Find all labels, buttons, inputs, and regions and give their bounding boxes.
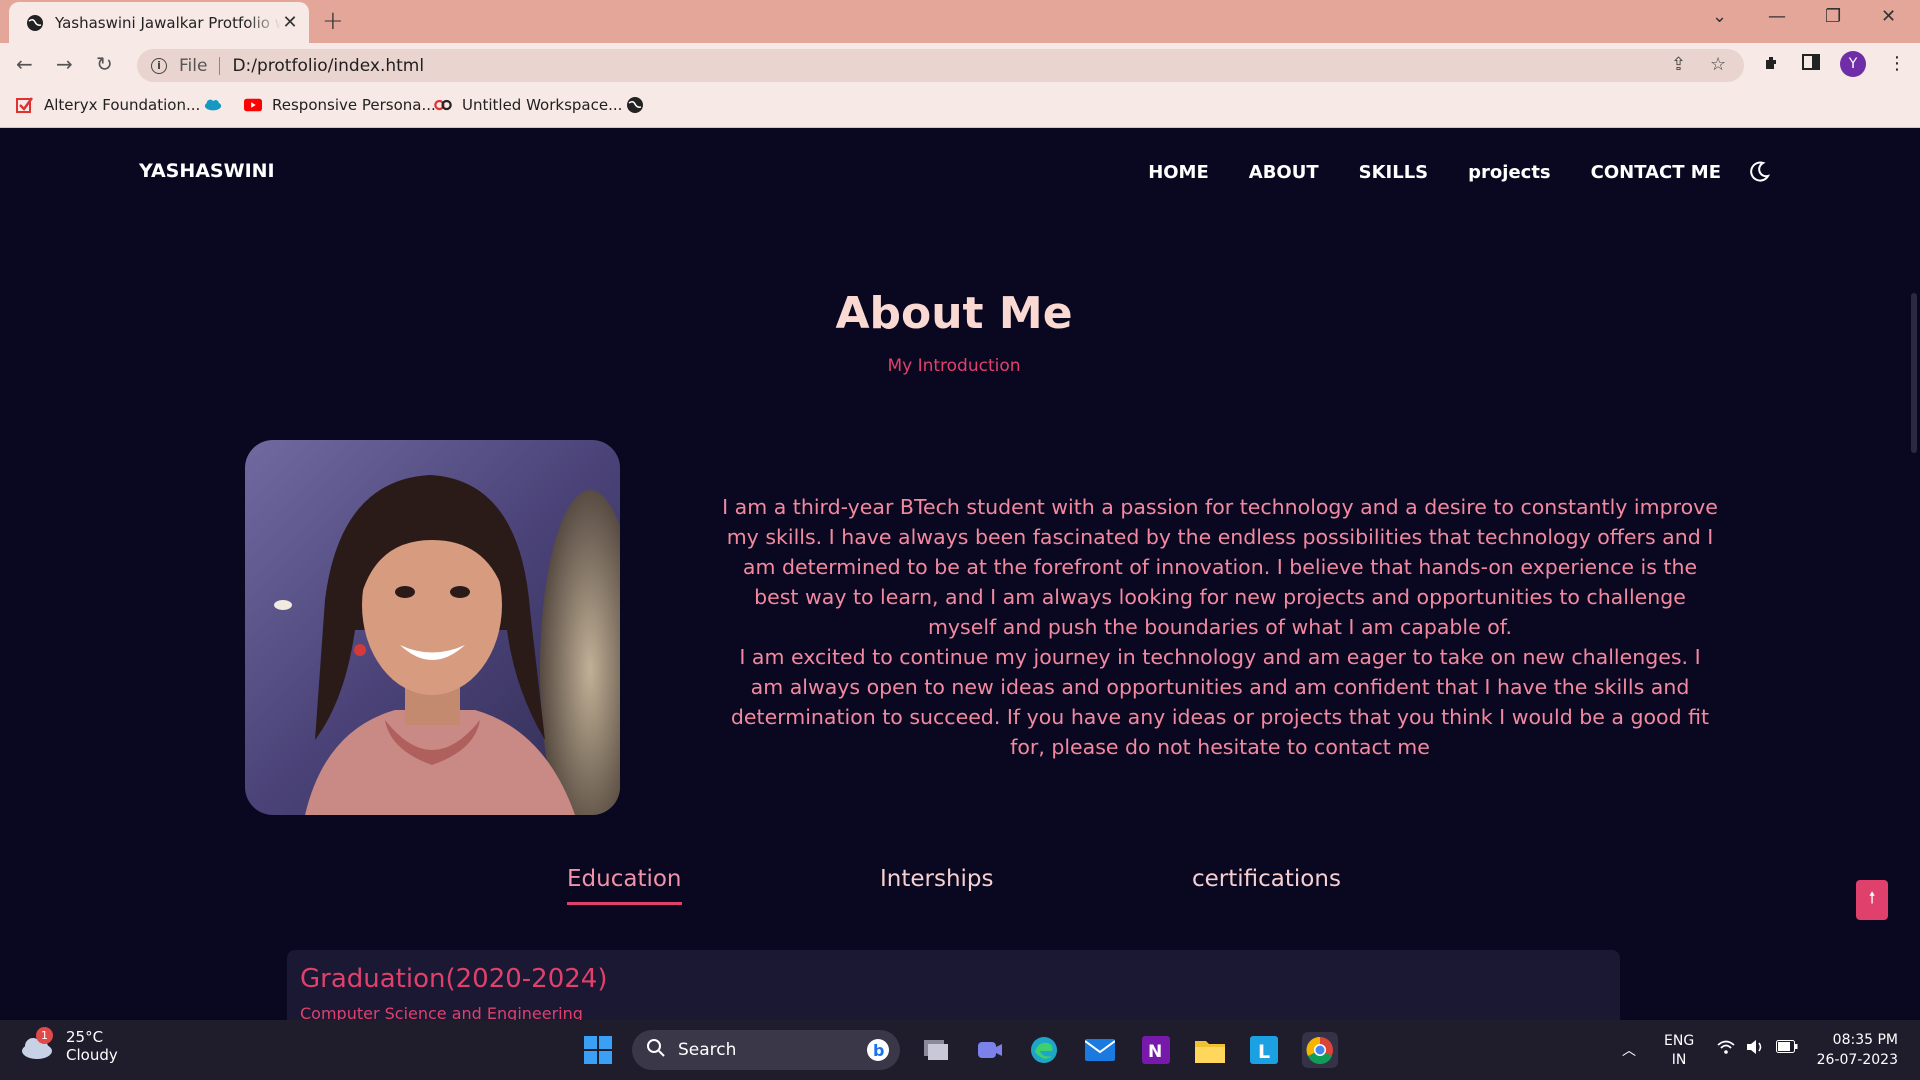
about-paragraph-2: I am excited to continue my journey in t…: [730, 645, 1710, 759]
scroll-to-top-button[interactable]: 🠕: [1856, 880, 1888, 920]
file-explorer-icon[interactable]: [1192, 1032, 1228, 1068]
scrollbar-thumb[interactable]: [1911, 293, 1917, 453]
search-label: Search: [678, 1040, 737, 1060]
teams-icon[interactable]: [972, 1032, 1008, 1068]
windows-start-icon[interactable]: [580, 1032, 616, 1068]
taskbar-search[interactable]: Search b: [632, 1030, 900, 1070]
browser-tab[interactable]: Yashaswini Jawalkar Protfolio website ✕: [9, 2, 309, 43]
system-clock[interactable]: 08:35 PM 26-07-2023: [1817, 1030, 1898, 1070]
battery-icon[interactable]: [1776, 1040, 1798, 1057]
onenote-icon[interactable]: N: [1138, 1032, 1174, 1068]
tab-education[interactable]: Education: [567, 866, 682, 905]
bookmark-label: Alteryx Foundation...: [44, 96, 201, 114]
bookmark-label: Untitled Workspace...: [462, 96, 623, 114]
show-hidden-icons-icon[interactable]: ︿: [1622, 1040, 1636, 1060]
weather-desc: Cloudy: [66, 1046, 118, 1064]
nav-projects[interactable]: projects: [1468, 162, 1551, 183]
bookmark-alteryx[interactable]: Alteryx Foundation...: [16, 96, 200, 114]
youtube-icon: [244, 96, 262, 114]
alteryx-checkbox-icon: [16, 96, 34, 114]
clock-time: 08:35 PM: [1832, 1032, 1898, 1048]
lang-bottom: IN: [1671, 1052, 1687, 1068]
education-card: Graduation(2020-2024) Computer Science a…: [287, 950, 1620, 1020]
webpage: YASHASWINI HOME ABOUT SKILLS projects CO…: [0, 128, 1908, 1020]
bookmark-salesforce[interactable]: [204, 96, 232, 114]
forward-icon[interactable]: →: [56, 52, 73, 76]
cloudy-weather-icon: 1: [20, 1027, 54, 1061]
bookmarks-bar: Alteryx Foundation... Responsive Persona…: [0, 86, 1920, 128]
close-window-icon[interactable]: ✕: [1881, 6, 1896, 27]
section-subtitle: My Introduction: [887, 356, 1021, 376]
weather-alert-badge: 1: [36, 1027, 53, 1044]
back-icon[interactable]: ←: [16, 52, 33, 76]
menu-kebab-icon[interactable]: ⋮: [1888, 53, 1906, 74]
url-scheme: File: [179, 55, 208, 76]
tab-title: Yashaswini Jawalkar Protfolio website: [55, 13, 281, 32]
volume-icon[interactable]: [1746, 1039, 1766, 1059]
nav-contact[interactable]: CONTACT ME: [1591, 162, 1721, 183]
reload-icon[interactable]: ↻: [96, 52, 113, 76]
language-indicator[interactable]: ENG IN: [1664, 1032, 1694, 1070]
task-view-icon[interactable]: [918, 1032, 954, 1068]
page-scrollbar[interactable]: [1908, 128, 1920, 1020]
svg-text:b: b: [873, 1041, 884, 1060]
dark-mode-moon-icon[interactable]: [1747, 160, 1771, 184]
nav-home[interactable]: HOME: [1148, 162, 1209, 183]
bookmark-youtube[interactable]: Responsive Persona...: [244, 96, 436, 114]
browser-toolbar: ← → ↻ i File D:/protfolio/index.html ⇪ ☆…: [0, 43, 1920, 86]
globe-icon: [626, 96, 644, 114]
about-paragraph-1: I am a third-year BTech student with a p…: [722, 495, 1718, 639]
bookmark-untitled-workspace[interactable]: Untitled Workspace...: [434, 96, 622, 114]
edge-icon[interactable]: [1026, 1032, 1062, 1068]
tab-internships[interactable]: Interships: [880, 866, 994, 892]
qualification-tabs: Education Interships certifications: [0, 866, 1908, 916]
profile-photo: [245, 440, 620, 815]
url-text[interactable]: D:/protfolio/index.html: [232, 56, 424, 76]
windows-taskbar: 1 25°C Cloudy Search b N L ︿ ENG IN 08:3…: [0, 1020, 1920, 1080]
browser-tab-strip: Yashaswini Jawalkar Protfolio website ✕ …: [0, 0, 1920, 43]
side-panel-icon[interactable]: [1802, 53, 1820, 76]
weather-widget[interactable]: 1 25°C Cloudy: [20, 1027, 118, 1064]
bookmark-star-icon[interactable]: ☆: [1710, 54, 1726, 75]
nav-skills[interactable]: SKILLS: [1359, 162, 1429, 183]
search-icon: [646, 1038, 666, 1063]
new-tab-icon[interactable]: +: [322, 6, 344, 36]
weather-temp: 25°C: [66, 1028, 104, 1046]
linkedin-learning-icon[interactable]: L: [1246, 1032, 1282, 1068]
wifi-icon[interactable]: [1717, 1040, 1735, 1058]
extensions-icon[interactable]: [1762, 53, 1782, 78]
section-title: About Me: [835, 288, 1073, 339]
bookmark-label: Responsive Persona...: [272, 96, 436, 114]
tab-close-icon[interactable]: ✕: [281, 12, 299, 33]
tab-certifications[interactable]: certifications: [1192, 866, 1341, 892]
education-card-title: Graduation(2020-2024): [300, 964, 608, 994]
education-card-subtitle: Computer Science and Engineering: [300, 1004, 583, 1020]
profile-avatar[interactable]: Y: [1840, 51, 1866, 77]
minimize-icon[interactable]: —: [1768, 6, 1786, 27]
site-nav: HOME ABOUT SKILLS projects CONTACT ME: [1108, 160, 1771, 184]
workspace-loop-icon: [434, 96, 452, 114]
lang-top: ENG: [1664, 1033, 1695, 1049]
arrow-up-icon: 🠕: [1868, 887, 1876, 907]
svg-text:L: L: [1258, 1041, 1270, 1063]
site-info-icon[interactable]: i: [151, 57, 167, 74]
bing-icon[interactable]: b: [866, 1038, 890, 1067]
globe-icon: [25, 13, 45, 33]
url-separator: [219, 56, 221, 75]
tab-search-icon[interactable]: ⌄: [1712, 6, 1727, 27]
address-bar[interactable]: i File D:/protfolio/index.html ⇪ ☆: [137, 49, 1744, 82]
site-logo[interactable]: YASHASWINI: [139, 160, 275, 182]
nav-about[interactable]: ABOUT: [1249, 162, 1319, 183]
bookmark-globe[interactable]: [626, 96, 654, 114]
chrome-icon[interactable]: [1302, 1032, 1338, 1068]
about-description: I am a third-year BTech student with a p…: [720, 492, 1720, 762]
salesforce-cloud-icon: [204, 96, 222, 114]
share-icon[interactable]: ⇪: [1671, 54, 1686, 75]
svg-text:N: N: [1148, 1042, 1162, 1062]
restore-icon[interactable]: ❐: [1825, 6, 1841, 27]
clock-date: 26-07-2023: [1816, 1052, 1898, 1068]
mail-icon[interactable]: [1082, 1032, 1118, 1068]
